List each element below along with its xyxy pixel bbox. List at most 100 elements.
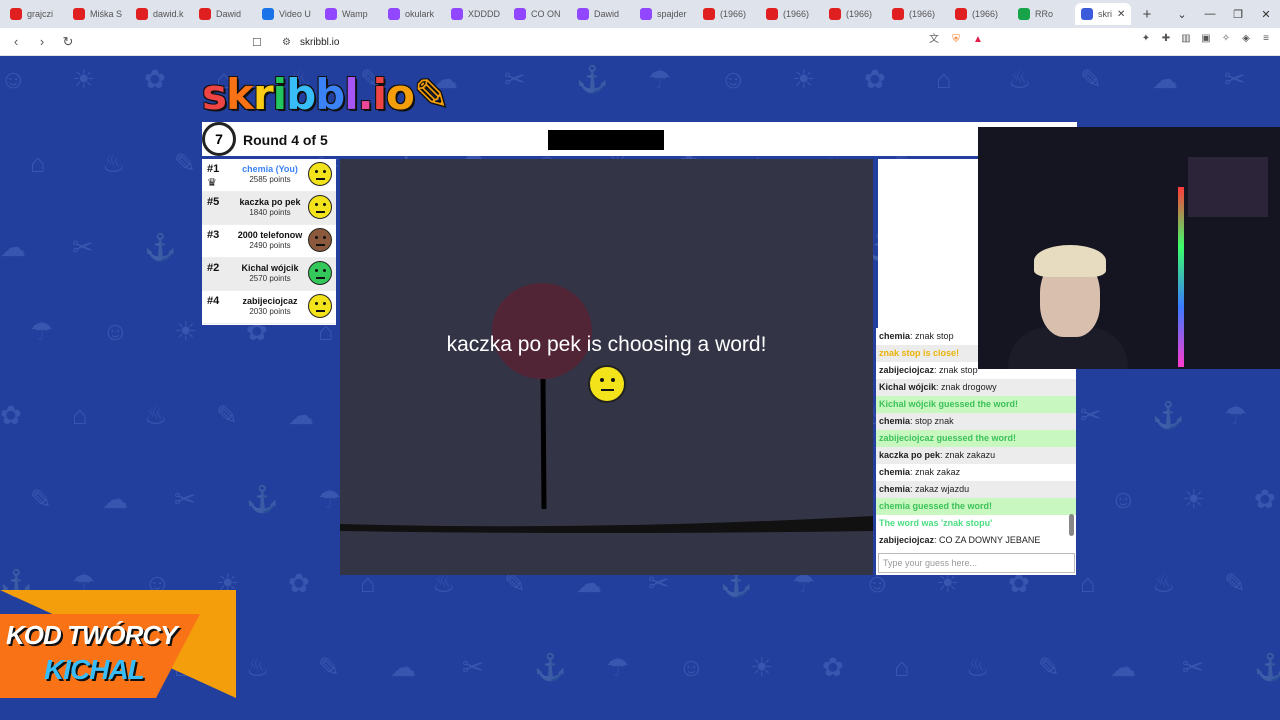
browser-tab[interactable]: spajder (634, 3, 696, 25)
logo-letter: o (386, 70, 415, 119)
browser-tab[interactable]: CO ON (508, 3, 570, 25)
browser-tab[interactable]: (1966) (949, 3, 1011, 25)
player-row[interactable]: #3 2000 telefonow 2490 points (202, 225, 336, 258)
browser-tab[interactable]: (1966) (823, 3, 885, 25)
player-rank: #4 (207, 295, 220, 307)
background-doodle-icon: ✎ (1038, 652, 1060, 682)
webcam-shelf (1188, 157, 1268, 217)
choosing-word-message: kaczka po pek is choosing a word! (446, 333, 767, 356)
background-doodle-icon: ✎ (1224, 568, 1246, 598)
new-tab-icon[interactable]: + (1138, 6, 1156, 23)
background-doodle-icon: ⚓ (534, 652, 567, 682)
browser-tab[interactable]: grajczi (4, 3, 66, 25)
background-doodle-icon: ⚓ (246, 484, 279, 514)
player-row[interactable]: #4 zabijeciojcaz 2030 points (202, 291, 336, 324)
background-doodle-icon: ⌂ (894, 652, 910, 682)
background-doodle-icon: ♨ (1152, 568, 1176, 598)
background-doodle-icon: ☂ (606, 652, 630, 682)
tab-label: Video U (279, 9, 311, 19)
brave-shield-icon[interactable]: ⛨ (950, 34, 962, 46)
chat-system-text: The word was 'znak stopu' (879, 518, 993, 528)
background-doodle-icon: ✂ (174, 484, 196, 514)
chat-author: chemia (879, 467, 911, 477)
extension-icon[interactable]: ✦ (1140, 33, 1152, 45)
bookmark-icon[interactable]: ☐ (252, 36, 268, 49)
translate-icon[interactable]: 文 (928, 34, 940, 46)
background-doodle-icon: ⌂ (936, 64, 952, 94)
tab-label: Dawid (594, 9, 620, 19)
menu-icon[interactable]: ≡ (1260, 33, 1272, 45)
player-name: chemia (You) (242, 164, 298, 174)
tab-favicon-icon (703, 8, 715, 20)
background-doodle-icon: ✂ (1224, 64, 1246, 94)
background-doodle-icon: ♨ (246, 652, 270, 682)
address-bar[interactable]: ☐ ⚙ skribbl.io (252, 31, 1000, 53)
browser-tab[interactable]: Video U (256, 3, 318, 25)
back-icon[interactable]: ‹ (6, 34, 26, 49)
tab-label: dawid.k (153, 9, 184, 19)
webcam-led-strip (1178, 187, 1184, 367)
player-row[interactable]: #1 ♛ chemia (You) 2585 points (202, 159, 336, 192)
browser-tab[interactable]: dawid.k (130, 3, 192, 25)
pencil-icon: ✎ (413, 70, 449, 119)
browser-tab[interactable]: XDDDD (445, 3, 507, 25)
background-doodle-icon: ✎ (318, 652, 340, 682)
browser-tab[interactable]: (1966) (886, 3, 948, 25)
chat-author: chemia (879, 484, 911, 494)
browser-tab[interactable]: (1966) (760, 3, 822, 25)
background-doodle-icon: ☂ (1224, 400, 1248, 430)
background-doodle-icon: ☀ (750, 652, 774, 682)
word-hint-bar (548, 130, 664, 150)
browser-tab[interactable]: Wamp (319, 3, 381, 25)
chat-message: chemia: znak zakaz (879, 467, 961, 477)
player-row[interactable]: #5 kaczka po pek 1840 points (202, 192, 336, 225)
browser-tab[interactable]: RRo (1012, 3, 1074, 25)
address-actions: 文 ⛨ ▲ (928, 34, 984, 46)
site-info-icon[interactable]: ⚙ (282, 37, 300, 48)
creator-code-value: KICHAL (44, 654, 145, 685)
drawing-canvas[interactable]: kaczka po pek is choosing a word! (340, 159, 873, 575)
url-text[interactable]: skribbl.io (300, 37, 339, 48)
vpn-icon[interactable]: ◈ (1240, 33, 1252, 45)
player-points: 2490 points (249, 241, 291, 250)
browser-tab[interactable]: Dawid (193, 3, 255, 25)
guess-input[interactable] (878, 553, 1075, 573)
close-window-icon[interactable]: ✕ (1252, 8, 1280, 21)
background-doodle-icon: ⚓ (1152, 400, 1185, 430)
minimize-icon[interactable]: — (1196, 8, 1224, 20)
reload-icon[interactable]: ↻ (58, 34, 78, 50)
player-row[interactable]: #2 Kichal wójcik 2570 points (202, 258, 336, 291)
background-doodle-icon: ☁ (390, 652, 416, 682)
background-doodle-icon: ⚓ (576, 64, 609, 94)
player-rank: #3 (207, 229, 220, 241)
tab-search-icon[interactable]: ⌄ (1168, 8, 1196, 21)
tab-favicon-icon (514, 8, 526, 20)
browser-tab[interactable]: (1966) (697, 3, 759, 25)
sidebar-icon[interactable]: ▥ (1180, 33, 1192, 45)
wallet-icon[interactable]: ▣ (1200, 33, 1212, 45)
browser-tab[interactable]: Miśka S (67, 3, 129, 25)
browser-tab[interactable]: skri ✕ (1075, 3, 1131, 25)
background-doodle-icon: ☂ (318, 484, 342, 514)
background-doodle-icon: ⚓ (144, 232, 177, 262)
brave-rewards-icon[interactable]: ▲ (972, 34, 984, 46)
browser-tab[interactable]: Dawid (571, 3, 633, 25)
leo-icon[interactable]: ✧ (1220, 33, 1232, 45)
chat-message: zabijeciojcaz: CO ZA DOWNY JEBANE (879, 535, 1041, 545)
restore-icon[interactable]: ❐ (1224, 8, 1252, 21)
puzzle-icon[interactable]: ✚ (1160, 33, 1172, 45)
tab-favicon-icon (10, 8, 22, 20)
chat-author: Kichal wójcik (879, 382, 937, 392)
chooser-avatar (588, 365, 626, 403)
background-doodle-icon: ☀ (1182, 484, 1206, 514)
background-doodle-icon: ✎ (216, 400, 238, 430)
chat-author: zabijeciojcaz (879, 535, 935, 545)
player-name: Kichal wójcik (241, 263, 299, 273)
forward-icon[interactable]: › (32, 34, 52, 49)
background-doodle-icon: ♨ (102, 148, 126, 178)
chat-scrollbar[interactable] (1069, 514, 1074, 536)
background-doodle-icon: ☁ (1152, 64, 1178, 94)
browser-tab[interactable]: okulark (382, 3, 444, 25)
chat-message: zabijeciojcaz guessed the word! (876, 430, 1076, 447)
tab-close-icon[interactable]: ✕ (1117, 9, 1125, 20)
